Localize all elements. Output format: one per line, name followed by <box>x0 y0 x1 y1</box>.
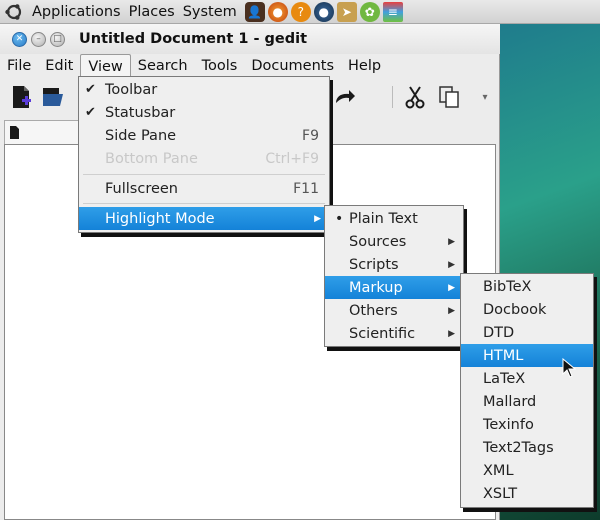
menu-item-docbook[interactable]: Docbook <box>461 298 593 321</box>
menu-item-sources[interactable]: Sources ▶ <box>325 230 463 253</box>
menu-item-bibtex[interactable]: BibTeX <box>461 275 593 298</box>
chevron-right-icon: ▶ <box>448 305 455 316</box>
menu-item-xslt[interactable]: XSLT <box>461 482 593 505</box>
new-document-icon[interactable] <box>8 84 34 110</box>
help-icon[interactable]: ? <box>290 1 311 22</box>
panel-menu-applications[interactable]: Applications <box>32 4 121 20</box>
menu-edit[interactable]: Edit <box>38 54 80 78</box>
menu-item-xml[interactable]: XML <box>461 459 593 482</box>
minimize-icon[interactable]: – <box>31 31 46 47</box>
chevron-right-icon: ▶ <box>448 259 455 270</box>
panel-menu-system[interactable]: System <box>183 4 237 20</box>
chevron-right-icon: ▶ <box>314 213 321 224</box>
ubuntu-logo-icon[interactable] <box>4 2 24 22</box>
menu-item-dtd[interactable]: DTD <box>461 321 593 344</box>
markup-menu: BibTeX Docbook DTD HTML LaTeX Mallard Te… <box>460 273 594 508</box>
pointer-icon[interactable]: ➤ <box>336 1 357 22</box>
close-icon[interactable]: ✕ <box>12 31 27 47</box>
view-menu: ✔ Toolbar ✔ Statusbar Side Pane F9 Botto… <box>78 76 330 233</box>
mouse-pointer-icon <box>562 358 576 378</box>
toolbar-separator <box>392 86 393 108</box>
menu-item-side-pane[interactable]: Side Pane F9 <box>79 124 329 147</box>
menu-item-scripts[interactable]: Scripts ▶ <box>325 253 463 276</box>
radio-bullet-icon: • <box>335 210 344 227</box>
menu-file[interactable]: File <box>0 54 38 78</box>
check-icon: ✔ <box>85 105 96 120</box>
copy-icon[interactable] <box>436 84 462 110</box>
user-icon[interactable]: 👤 <box>244 1 265 22</box>
menu-item-markup[interactable]: Markup ▶ <box>325 276 463 299</box>
title-bar[interactable]: ✕ – □ Untitled Document 1 - gedit <box>0 24 500 54</box>
document-tab[interactable] <box>4 120 86 144</box>
menu-separator <box>83 203 325 204</box>
menu-item-scientific[interactable]: Scientific ▶ <box>325 322 463 345</box>
menu-item-others[interactable]: Others ▶ <box>325 299 463 322</box>
tools-icon[interactable]: ≡ <box>382 1 403 22</box>
thunderbird-icon[interactable]: ● <box>313 1 334 22</box>
menu-item-statusbar[interactable]: ✔ Statusbar <box>79 101 329 124</box>
menu-item-bottom-pane: Bottom Pane Ctrl+F9 <box>105 150 319 167</box>
menu-bar: File Edit View Search Tools Documents He… <box>0 54 500 78</box>
chevron-right-icon: ▶ <box>448 328 455 339</box>
highlight-mode-menu: • Plain Text Sources ▶ Scripts ▶ Markup … <box>324 205 464 347</box>
document-icon <box>10 126 19 139</box>
check-icon: ✔ <box>85 82 96 97</box>
open-document-icon[interactable] <box>40 84 66 110</box>
pidgin-icon[interactable]: ✿ <box>359 1 380 22</box>
menu-item-toolbar[interactable]: ✔ Toolbar <box>79 78 329 101</box>
chevron-right-icon: ▶ <box>448 236 455 247</box>
menu-item-fullscreen[interactable]: Fullscreen F11 <box>79 177 329 200</box>
menu-tools[interactable]: Tools <box>195 54 245 78</box>
maximize-icon[interactable]: □ <box>50 31 65 47</box>
menu-item-text2tags[interactable]: Text2Tags <box>461 436 593 459</box>
firefox-icon[interactable]: ● <box>267 1 288 22</box>
menu-documents[interactable]: Documents <box>244 54 341 78</box>
toolbar-overflow-chevron-down-icon[interactable]: ▾ <box>472 84 498 110</box>
menu-item-highlight-mode[interactable]: Highlight Mode ▶ <box>79 207 329 230</box>
menu-item-texinfo[interactable]: Texinfo <box>461 413 593 436</box>
menu-item-mallard[interactable]: Mallard <box>461 390 593 413</box>
menu-separator <box>83 174 325 175</box>
top-panel: Applications Places System 👤 ● ? ● ➤ ✿ ≡ <box>0 0 600 24</box>
chevron-right-icon: ▶ <box>448 282 455 293</box>
panel-menu-places[interactable]: Places <box>129 4 175 20</box>
cut-icon[interactable] <box>402 84 428 110</box>
menu-view[interactable]: View <box>80 54 131 78</box>
menu-item-plain-text[interactable]: • Plain Text <box>325 207 463 230</box>
menu-search[interactable]: Search <box>131 54 195 78</box>
menu-help[interactable]: Help <box>341 54 388 78</box>
window-title: Untitled Document 1 - gedit <box>79 31 308 47</box>
redo-icon[interactable] <box>332 84 358 110</box>
